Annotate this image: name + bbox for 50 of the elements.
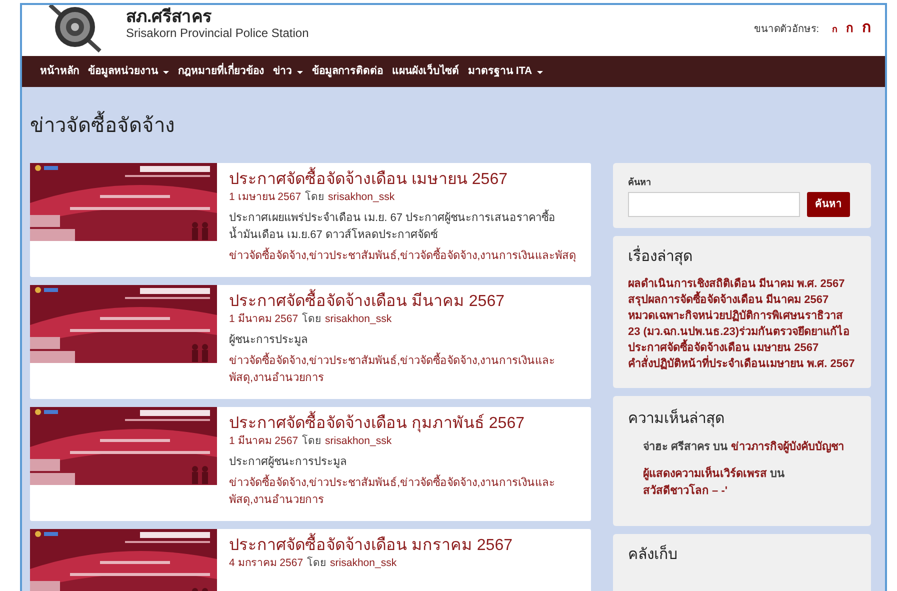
comment-on-text: บน: [770, 468, 786, 480]
author-link[interactable]: srisakhon_ssk: [330, 556, 397, 570]
nav-item[interactable]: ข้อมูลการติดต่อ: [312, 64, 383, 80]
post-excerpt: ประกาศผู้ชนะการประมูล: [229, 455, 348, 470]
nav-item[interactable]: ข้อมูลหน่วยงาน: [88, 64, 169, 80]
search-label: ค้นหา: [628, 176, 652, 189]
font-size-link[interactable]: ก: [862, 17, 871, 40]
search-button[interactable]: ค้นหา: [807, 192, 850, 216]
comment-on-text: บน: [713, 440, 728, 452]
byline-text: โดย: [307, 556, 326, 570]
widget-heading: คลังเก็บ: [628, 544, 679, 564]
nav-item[interactable]: ข่าว: [273, 64, 303, 80]
search-field[interactable]: [628, 192, 800, 216]
nav-item[interactable]: หน้าหลัก: [40, 64, 79, 80]
byline-text: โดย: [302, 434, 322, 448]
font-size-link[interactable]: ก: [832, 23, 837, 36]
post-categories[interactable]: ข่าวจัดซื้อจัดจ้าง,ข่าวประชาสัมพันธ์,ข่าวจัดซื้อจัดจ้าง,งานการเงินและพัสดุ,งานอำนวยการ: [229, 353, 581, 387]
nav-item[interactable]: กฎหมายที่เกี่ยวข้อง: [178, 64, 264, 80]
comment-author: จ่าฮะ ศรีสาคร: [643, 440, 710, 452]
recent-post-link[interactable]: หมวดเฉพาะกิจหน่วยปฏิบัติการพิเศษนราธิวาส 23 (มว.ฉก.นปพ.นธ.23)ร่วมกันตรวจยึดยาแก้ไอ: [628, 308, 856, 340]
font-size-label: ขนาดตัวอักษร:: [754, 23, 819, 37]
post-date[interactable]: 4 มกราคม 2567: [229, 556, 304, 570]
author-link[interactable]: srisakhon_ssk: [325, 434, 392, 448]
post-date[interactable]: 1 เมษายน 2567: [229, 190, 302, 204]
post-excerpt: ประกาศเผยแพร่ประจำเดือน เม.ย. 67 ประกาศผู้ชนะการเสนอราคาซื้อน้ำมันเดือน เม.ย.67 ดาวส์โหลดประกาศจัดซ์: [229, 210, 581, 244]
page-title: ข่าวจัดซื้อจัดจ้าง: [30, 111, 877, 141]
font-size-link[interactable]: ก: [846, 19, 853, 37]
post-date[interactable]: 1 มีนาคม 2567: [229, 312, 298, 326]
nav-item[interactable]: แผนผังเว็บไซต์: [392, 64, 459, 80]
nav-item[interactable]: มาตรฐาน ITA: [468, 64, 544, 80]
site-subtitle: Srisakorn Provincial Police Station: [126, 26, 309, 40]
recent-post-link[interactable]: สรุปผลการจัดซื้อจัดจ้างเดือน มีนาคม 2567: [628, 292, 856, 308]
post-date[interactable]: 1 มีนาคม 2567: [229, 434, 298, 448]
recent-post-link[interactable]: ประกาศจัดซื้อจัดจ้างเดือน เมษายน 2567: [628, 340, 856, 356]
recent-post-link[interactable]: คำสั่งปฏิบัติหน้าที่ประจำเดือนเมษายน พ.ศ. 2567: [628, 356, 856, 372]
post-excerpt: ผู้ชนะการประมูล: [229, 333, 309, 348]
police-emblem-logo: [46, 5, 104, 53]
author-link[interactable]: srisakhon_ssk: [325, 312, 392, 326]
comment-post-link[interactable]: ข่าวภารกิจผู้บังคับบัญชา: [731, 440, 844, 452]
widget-heading: ความเห็นล่าสุด: [628, 408, 726, 430]
comment-author-link[interactable]: ผู้แสดงความเห็นเวิร์ดเพรส: [643, 468, 767, 480]
recent-post-link[interactable]: ผลดำเนินการเชิงสถิติเดือน มีนาคม พ.ศ. 2567: [628, 276, 856, 292]
site-title[interactable]: สภ.ศรีสาคร: [126, 7, 309, 26]
widget-heading: เรื่องล่าสุด: [628, 246, 694, 268]
author-link[interactable]: srisakhon_ssk: [328, 190, 395, 204]
byline-text: โดย: [305, 190, 324, 204]
post-categories[interactable]: ข่าวจัดซื้อจัดจ้าง,ข่าวประชาสัมพันธ์,ข่าวจัดซื้อจัดจ้าง,งานการเงินและพัสดุ: [229, 248, 581, 265]
byline-text: โดย: [302, 312, 322, 326]
comment-post-link[interactable]: สวัสดีชาวโลก – -': [643, 484, 728, 496]
post-categories[interactable]: ข่าวจัดซื้อจัดจ้าง,ข่าวประชาสัมพันธ์,ข่าวจัดซื้อจัดจ้าง,งานการเงินและพัสดุ,งานอำนวยการ: [229, 475, 581, 509]
